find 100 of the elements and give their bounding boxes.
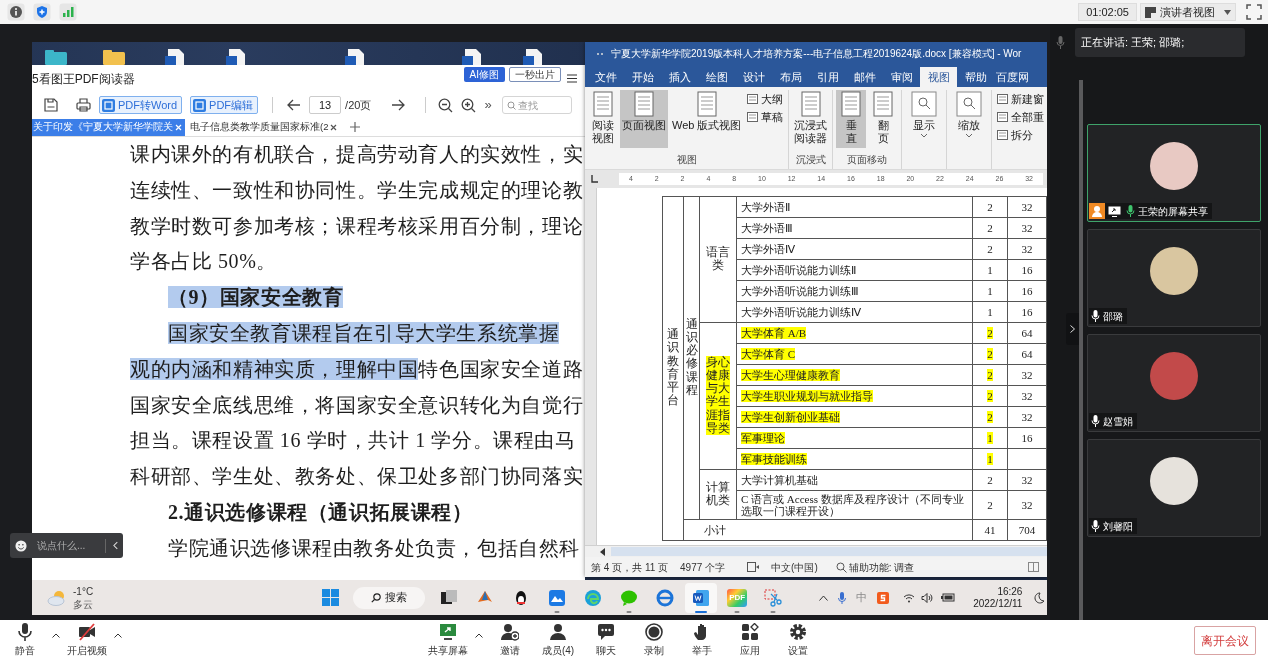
small-page-icon bbox=[747, 112, 759, 122]
chat-input-bar[interactable]: 说点什么... bbox=[10, 533, 123, 558]
table-cell: 1 bbox=[987, 284, 993, 297]
participant-name: 刘馨阳 bbox=[1103, 519, 1133, 534]
document-icon[interactable] bbox=[226, 48, 248, 65]
menu-icon[interactable] bbox=[567, 74, 577, 83]
volume-icon[interactable] bbox=[921, 592, 934, 603]
header-button[interactable]: AI修图 bbox=[463, 67, 505, 82]
panel-toggle-button[interactable] bbox=[1066, 313, 1079, 345]
settings-button[interactable]: 设置 bbox=[774, 621, 822, 660]
chat-input-field[interactable]: 说点什么... bbox=[37, 536, 101, 555]
smiley-icon[interactable] bbox=[15, 538, 27, 553]
text-line: 担当。课程设置 16 学时，共计 1 学分。课程由马 bbox=[130, 428, 577, 454]
participant-tile[interactable]: 王荣的屏幕共享 bbox=[1087, 124, 1261, 222]
menu-tab[interactable]: 布局 bbox=[772, 67, 809, 87]
menu-tab[interactable]: 插入 bbox=[661, 67, 698, 87]
record-button[interactable]: 录制 bbox=[630, 621, 678, 660]
mic-button[interactable]: 静音 bbox=[1, 621, 49, 660]
leave-meeting-button[interactable]: 离开会议 bbox=[1194, 626, 1256, 655]
document-icon[interactable] bbox=[345, 48, 367, 65]
document-icon[interactable] bbox=[165, 48, 187, 65]
print-icon[interactable] bbox=[76, 98, 91, 112]
battery-icon[interactable] bbox=[941, 593, 956, 602]
menu-tab[interactable]: 百度网 bbox=[994, 67, 1031, 87]
ribbon-dropdown[interactable]: 缩放 bbox=[950, 90, 989, 148]
moon-icon[interactable] bbox=[1034, 591, 1046, 604]
next-page-arrow-icon[interactable] bbox=[391, 99, 406, 111]
chat-button[interactable]: 聊天 bbox=[582, 621, 630, 660]
menu-tab[interactable]: 审阅 bbox=[883, 67, 920, 87]
accessibility-status[interactable]: 辅助功能: 调查 bbox=[835, 559, 915, 575]
video-off-button[interactable]: 开启视频 bbox=[63, 621, 111, 660]
view-mode-dropdown[interactable]: 演讲者视图 bbox=[1140, 3, 1236, 21]
menu-tab[interactable]: 开始 bbox=[624, 67, 661, 87]
folder-icon[interactable] bbox=[45, 48, 67, 65]
page-number-field[interactable]: 13 bbox=[309, 96, 342, 114]
ribbon-button[interactable]: 拆分 bbox=[995, 127, 1047, 143]
search-input[interactable]: 查找 bbox=[517, 97, 568, 113]
tray-app-icon[interactable] bbox=[877, 591, 890, 604]
convert-button[interactable]: PDF转Word bbox=[99, 96, 183, 114]
menu-tab[interactable]: 邮件 bbox=[846, 67, 883, 87]
ribbon-button[interactable]: 大纲 bbox=[745, 91, 786, 107]
members-button[interactable]: 成员(4) bbox=[534, 621, 582, 660]
wifi-icon[interactable] bbox=[903, 592, 916, 603]
menu-tab[interactable]: 设计 bbox=[735, 67, 772, 87]
document-app-button[interactable] bbox=[685, 582, 718, 613]
layout-icon[interactable] bbox=[1028, 562, 1039, 572]
table-cell: 32 bbox=[1021, 200, 1033, 213]
microphone-icon[interactable] bbox=[838, 591, 847, 604]
ribbon-dropdown[interactable]: 显示 bbox=[905, 90, 944, 148]
zoom-out-icon[interactable] bbox=[438, 97, 454, 113]
participant-tile[interactable]: 邵璐 bbox=[1087, 229, 1261, 327]
apps-button[interactable]: 应用 bbox=[726, 621, 774, 660]
shield-icon[interactable] bbox=[33, 3, 51, 21]
search-field[interactable]: 查找 bbox=[501, 96, 572, 114]
language-status[interactable]: 中文(中国) bbox=[771, 559, 818, 575]
ribbon-button[interactable]: 沉浸式阅读器 bbox=[792, 90, 830, 148]
signal-icon[interactable] bbox=[59, 3, 77, 21]
ribbon-button[interactable]: 翻页 bbox=[868, 90, 899, 148]
menu-tab[interactable]: 视图 bbox=[920, 67, 957, 87]
menu-tab[interactable]: 引用 bbox=[809, 67, 846, 87]
scroll-left-icon[interactable] bbox=[599, 547, 607, 556]
quick-access-icon[interactable] bbox=[597, 51, 603, 56]
zoom-in-icon[interactable] bbox=[461, 97, 477, 113]
ribbon-button[interactable]: 草稿 bbox=[745, 109, 786, 125]
text-line: 课内课外的有机联合，提高劳动育人的实效性，实 bbox=[130, 142, 585, 167]
start-button[interactable] bbox=[322, 589, 340, 606]
horizontal-scrollbar[interactable] bbox=[611, 547, 1047, 556]
document-icon[interactable] bbox=[462, 48, 484, 65]
ribbon-button[interactable]: 阅读视图 bbox=[588, 90, 618, 148]
ribbon-button[interactable]: 页面视图 bbox=[620, 90, 668, 148]
menu-tab[interactable]: 文件 bbox=[587, 67, 624, 87]
ribbon-button[interactable]: 全部重 bbox=[995, 109, 1047, 125]
participant-tile[interactable]: 刘馨阳 bbox=[1087, 439, 1261, 537]
caret-up-icon[interactable] bbox=[819, 594, 829, 601]
document-tab[interactable]: 关于印发《宁夏大学新华学院关 bbox=[32, 119, 185, 136]
share-button[interactable]: 共享屏幕 bbox=[424, 621, 472, 660]
info-icon[interactable] bbox=[7, 3, 25, 21]
folder-icon[interactable] bbox=[103, 48, 125, 65]
record-icon bbox=[645, 623, 663, 641]
ribbon-button[interactable]: Web 版式视图 bbox=[670, 90, 744, 148]
taskbar-search-button[interactable]: 搜索 bbox=[353, 586, 426, 609]
invite-button[interactable]: 邀请 bbox=[486, 621, 534, 660]
tab-stop-icon[interactable] bbox=[591, 175, 599, 183]
close-icon[interactable] bbox=[330, 124, 338, 131]
document-icon[interactable] bbox=[523, 48, 545, 65]
participant-tile[interactable]: 赵雪娟 bbox=[1087, 334, 1261, 432]
add-tab-icon[interactable] bbox=[350, 122, 361, 132]
window-title: 宁夏大学新华学院2019版本科人才培养方案---电子信息工程2019624版.docx [兼容模式] - Wor bbox=[611, 47, 1022, 61]
ribbon-button[interactable]: 新建窗 bbox=[995, 91, 1047, 107]
menu-tab[interactable]: 绘图 bbox=[698, 67, 735, 87]
edit-button[interactable]: PDF编辑 bbox=[190, 96, 259, 114]
menu-tab[interactable]: 帮助 bbox=[957, 67, 994, 87]
hand-button[interactable]: 举手 bbox=[678, 621, 726, 660]
fullscreen-icon[interactable] bbox=[1246, 4, 1262, 20]
more-tools-button[interactable]: » bbox=[484, 95, 492, 115]
header-button[interactable]: 一秒出片 bbox=[509, 67, 561, 82]
proofing-icon[interactable] bbox=[747, 562, 760, 572]
previous-page-arrow-icon[interactable] bbox=[287, 99, 302, 111]
ribbon-button[interactable]: 垂直 bbox=[836, 90, 867, 148]
save-icon[interactable] bbox=[44, 98, 58, 112]
